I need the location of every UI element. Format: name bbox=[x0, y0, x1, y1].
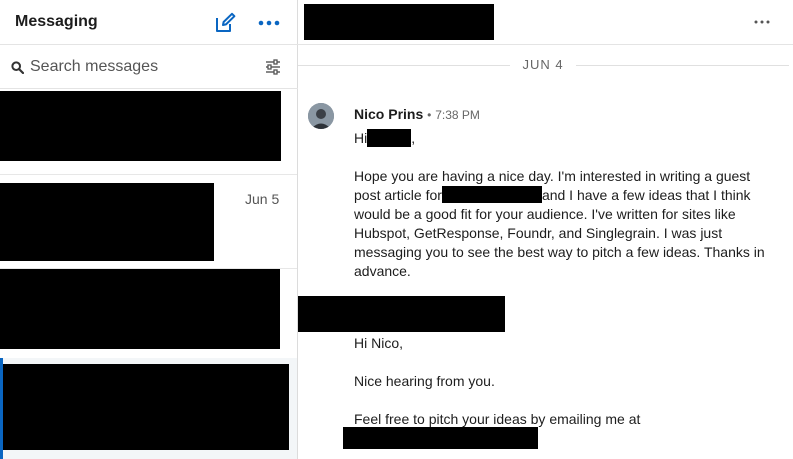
redacted-inline bbox=[367, 129, 412, 147]
conversation-list-item[interactable]: Jun 5 bbox=[0, 174, 297, 268]
message-thread-panel: JUN 4 Nico Prins • 7:38 PM Hi, Hope you … bbox=[298, 0, 793, 459]
redacted-block bbox=[0, 269, 280, 349]
redacted-inline bbox=[441, 186, 542, 203]
message-sender-line: Nico Prins • 7:38 PM bbox=[354, 106, 480, 122]
sender-name[interactable]: Nico Prins bbox=[354, 106, 423, 122]
avatar[interactable] bbox=[308, 103, 334, 129]
more-horizontal-icon[interactable] bbox=[258, 13, 280, 33]
redacted-block bbox=[3, 364, 289, 450]
greeting-text: Hi bbox=[354, 130, 368, 146]
divider-line bbox=[298, 65, 510, 66]
compose-icon[interactable] bbox=[214, 12, 236, 34]
thread-header bbox=[298, 0, 793, 45]
conversation-list-item[interactable] bbox=[0, 89, 297, 174]
messaging-header: Messaging bbox=[0, 0, 298, 45]
conversation-list-item[interactable] bbox=[0, 268, 297, 358]
message-body: Hope you are having a nice day. I'm inte… bbox=[354, 167, 774, 281]
message-text: Nice hearing from you. bbox=[354, 373, 495, 389]
conversation-list-item-selected[interactable] bbox=[0, 358, 297, 459]
search-bar bbox=[0, 45, 298, 89]
conversation-list-panel: Messaging Jun 5 bbox=[0, 0, 298, 459]
search-input[interactable] bbox=[30, 56, 250, 78]
search-icon bbox=[11, 61, 24, 74]
date-divider: JUN 4 bbox=[298, 57, 789, 73]
redacted-block bbox=[0, 91, 281, 161]
divider-line bbox=[576, 65, 789, 66]
message-greeting: Hi, bbox=[354, 129, 415, 148]
page-title: Messaging bbox=[15, 13, 98, 30]
more-horizontal-icon[interactable] bbox=[752, 13, 772, 31]
redacted-block bbox=[298, 296, 505, 332]
redacted-block bbox=[304, 4, 494, 40]
redacted-block bbox=[343, 427, 538, 449]
greeting-suffix: , bbox=[411, 130, 416, 146]
avatar-photo-icon bbox=[308, 103, 334, 129]
message-timestamp: 7:38 PM bbox=[435, 108, 480, 122]
filter-icon[interactable] bbox=[265, 59, 281, 75]
conversation-date: Jun 5 bbox=[245, 191, 280, 207]
message-text: Hi Nico, bbox=[354, 335, 404, 351]
separator-dot: • bbox=[427, 108, 432, 122]
redacted-block bbox=[0, 183, 214, 261]
date-divider-label: JUN 4 bbox=[522, 57, 564, 72]
